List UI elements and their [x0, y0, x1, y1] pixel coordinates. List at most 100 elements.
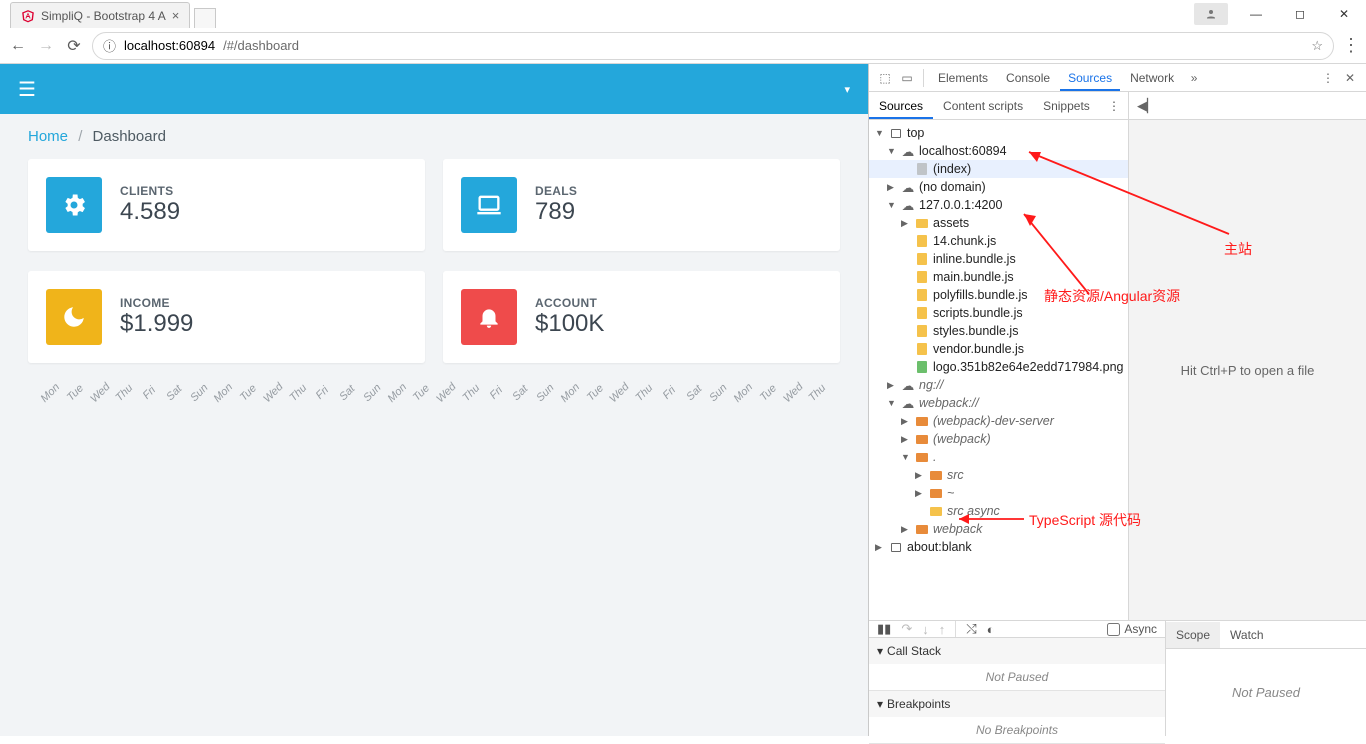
tree-wp-dot[interactable]: . [933, 450, 936, 464]
step-out-icon[interactable]: ↑ [939, 622, 946, 637]
minimize-button[interactable]: — [1234, 0, 1278, 28]
tree-aboutblank[interactable]: about:blank [907, 540, 972, 554]
tree-wp-devserver[interactable]: (webpack)-dev-server [933, 414, 1054, 428]
tree-127[interactable]: 127.0.0.1:4200 [919, 198, 1002, 212]
stat-cards: CLIENTS4.589 DEALS789 INCOME$1.999 ACCOU… [0, 159, 868, 363]
tree-wp-webpack2[interactable]: webpack [933, 522, 982, 536]
subtab-snippets[interactable]: Snippets [1033, 93, 1100, 119]
subtab-more-icon[interactable]: ⋮ [1100, 99, 1128, 113]
tab-network[interactable]: Network [1122, 65, 1182, 91]
tree-nodomain[interactable]: (no domain) [919, 180, 986, 194]
callstack-header[interactable]: ▾ Call Stack [869, 638, 1165, 664]
devtools: ⬚ ▭ Elements Console Sources Network » ⋮… [868, 64, 1366, 736]
breadcrumb-current: Dashboard [93, 128, 166, 145]
forward-button[interactable]: → [36, 37, 56, 55]
tree-wp-webpack[interactable]: (webpack) [933, 432, 991, 446]
close-window-button[interactable]: ✕ [1322, 0, 1366, 28]
back-button[interactable]: ← [8, 37, 28, 55]
sources-panel-left: Sources Content scripts Snippets ⋮ top ☁… [869, 92, 1129, 620]
breadcrumb-sep: / [72, 128, 88, 145]
tree-webpack[interactable]: webpack:// [919, 396, 979, 410]
tree-wp-src[interactable]: src [947, 468, 964, 482]
card-value: $1.999 [120, 310, 193, 338]
card-value: 4.589 [120, 198, 180, 226]
tree-file[interactable]: polyfills.bundle.js [933, 288, 1028, 302]
devtools-menu-icon[interactable]: ⋮ [1318, 71, 1338, 85]
card-income[interactable]: INCOME$1.999 [28, 271, 425, 363]
tree-file[interactable]: inline.bundle.js [933, 252, 1016, 266]
browser-tab[interactable]: SimpliQ - Bootstrap 4 A × [10, 2, 190, 28]
card-clients[interactable]: CLIENTS4.589 [28, 159, 425, 251]
tree-assets[interactable]: assets [933, 216, 969, 230]
tree-wp-srcasync[interactable]: src async [947, 504, 1000, 518]
devtools-tabs: ⬚ ▭ Elements Console Sources Network » ⋮… [869, 64, 1366, 92]
card-label: DEALS [535, 184, 577, 198]
breadcrumb: Home / Dashboard [0, 114, 868, 159]
card-value: 789 [535, 198, 577, 226]
header-dropdown-icon[interactable]: ▾ [844, 83, 850, 96]
async-label: Async [1124, 622, 1157, 636]
scope-tab[interactable]: Scope [1166, 622, 1220, 648]
tree-file[interactable]: 14.chunk.js [933, 234, 996, 248]
chart-bars [38, 415, 830, 687]
chart-x-labels: MonTueWedThuFriSatSunMonTueWedThuFriSatS… [38, 387, 830, 399]
editor-tab-strip[interactable]: ◀▏ [1129, 92, 1366, 120]
async-checkbox[interactable] [1107, 623, 1120, 636]
tab-elements[interactable]: Elements [930, 65, 996, 91]
scope-body: Not Paused [1166, 649, 1366, 736]
app-header: ☰ ▾ [0, 64, 868, 114]
pause-icon[interactable]: ▮▮ [877, 621, 891, 637]
callstack-body: Not Paused [869, 664, 1165, 690]
tree-wp-tilde[interactable]: ~ [947, 486, 954, 500]
profile-button[interactable] [1194, 3, 1228, 25]
tab-close-icon[interactable]: × [172, 8, 180, 23]
reload-button[interactable]: ⟳ [64, 36, 84, 56]
browser-titlebar: SimpliQ - Bootstrap 4 A × — ◻ ✕ [0, 0, 1366, 28]
card-label: CLIENTS [120, 184, 180, 198]
more-tabs-icon[interactable]: » [1184, 71, 1204, 85]
card-label: ACCOUNT [535, 296, 604, 310]
subtab-contentscripts[interactable]: Content scripts [933, 93, 1033, 119]
editor-hint: Hit Ctrl+P to open a file [1129, 120, 1366, 620]
watch-tab[interactable]: Watch [1220, 622, 1274, 648]
deactivate-bp-icon[interactable]: ⤭ [966, 621, 976, 637]
subtab-sources[interactable]: Sources [869, 93, 933, 119]
tree-file[interactable]: main.bundle.js [933, 270, 1014, 284]
device-mode-icon[interactable]: ▭ [897, 71, 917, 85]
url-path: /#/dashboard [223, 38, 299, 53]
new-tab-button[interactable] [194, 8, 216, 28]
chrome-menu-button[interactable]: ⋮ [1342, 35, 1358, 56]
tab-console[interactable]: Console [998, 65, 1058, 91]
pause-exceptions-icon[interactable]: ◐ [987, 622, 995, 637]
laptop-icon [461, 177, 517, 233]
debugger-pane: ▮▮ ↷ ↓ ↑ ⤭ ◐ Async ▾ Call Stack Not Paus… [869, 620, 1366, 736]
bell-icon [461, 289, 517, 345]
hamburger-icon[interactable]: ☰ [18, 77, 36, 102]
step-over-icon[interactable]: ↷ [901, 621, 912, 637]
devtools-close-icon[interactable]: ✕ [1340, 71, 1360, 85]
bookmark-icon[interactable]: ☆ [1311, 38, 1323, 54]
card-account[interactable]: ACCOUNT$100K [443, 271, 840, 363]
tree-index[interactable]: (index) [933, 162, 971, 176]
file-tree[interactable]: top ☁localhost:60894 (index) ☁(no domain… [869, 120, 1128, 620]
step-into-icon[interactable]: ↓ [922, 622, 929, 637]
tree-file[interactable]: logo.351b82e64e2edd717984.png [933, 360, 1123, 374]
site-info-icon[interactable]: ⓘ [103, 36, 116, 55]
breakpoints-header[interactable]: ▾ Breakpoints [869, 691, 1165, 717]
card-deals[interactable]: DEALS789 [443, 159, 840, 251]
card-value: $100K [535, 310, 604, 338]
tree-file[interactable]: scripts.bundle.js [933, 306, 1023, 320]
angular-icon [21, 9, 35, 23]
tree-top[interactable]: top [907, 126, 924, 140]
tree-file[interactable]: vendor.bundle.js [933, 342, 1024, 356]
moon-icon [46, 289, 102, 345]
inspect-icon[interactable]: ⬚ [875, 71, 895, 85]
tab-sources[interactable]: Sources [1060, 65, 1120, 91]
tree-localhost[interactable]: localhost:60894 [919, 144, 1007, 158]
tab-strip: SimpliQ - Bootstrap 4 A × [0, 0, 1194, 28]
breadcrumb-home[interactable]: Home [28, 128, 68, 145]
tree-file[interactable]: styles.bundle.js [933, 324, 1018, 338]
tree-ng[interactable]: ng:// [919, 378, 943, 392]
maximize-button[interactable]: ◻ [1278, 0, 1322, 28]
address-bar[interactable]: ⓘ localhost:60894/#/dashboard ☆ [92, 32, 1334, 60]
